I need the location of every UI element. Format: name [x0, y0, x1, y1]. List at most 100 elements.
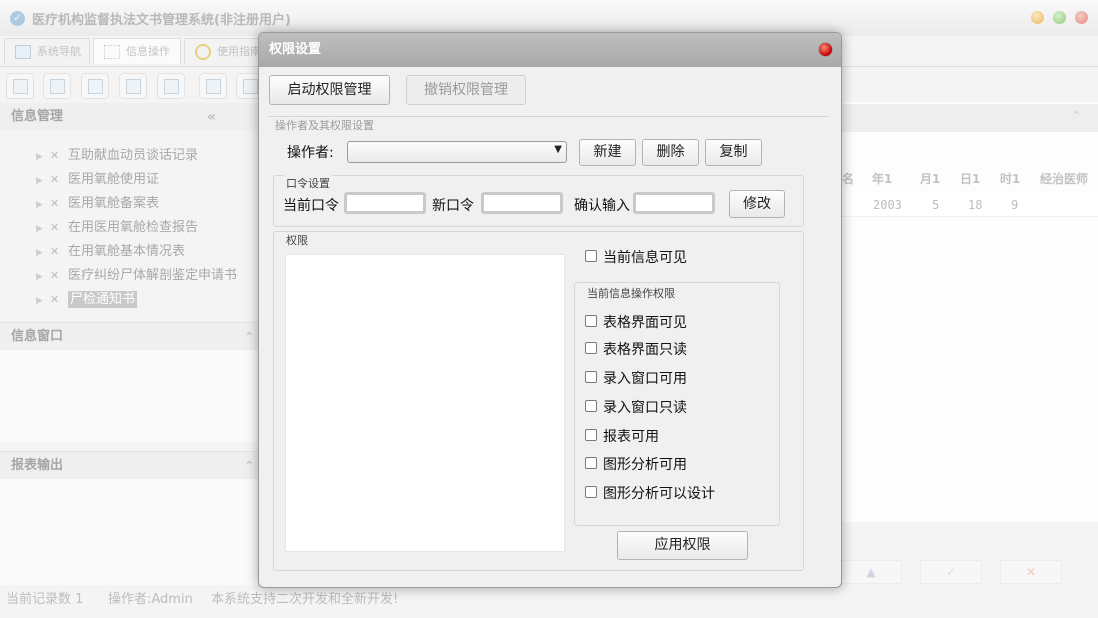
tab-usage-guide[interactable]: 使用指南 — [184, 38, 264, 64]
checkbox-table-visible[interactable] — [585, 315, 597, 327]
grid-column-header[interactable]: 月1 — [920, 170, 940, 187]
checkbox-label: 报表可用 — [603, 429, 659, 445]
checkbox-graph-design[interactable] — [585, 486, 597, 498]
tree-item-label: 医疗纠纷尸体解剖鉴定申请书 — [68, 268, 238, 283]
current-password-input[interactable] — [344, 192, 426, 214]
pane-title: 报表输出 — [11, 458, 64, 473]
tool-icon: ✕ — [50, 245, 60, 258]
tree-item[interactable]: ▶ ✕ 医用氧舱备案表 — [36, 193, 159, 215]
info-window-header: 信息窗口 ⌃ — [0, 322, 258, 350]
tree-item-selected[interactable]: ▶ ✕ 尸检通知书 — [36, 289, 138, 311]
new-button[interactable]: 新建 — [579, 139, 636, 166]
tree-item[interactable]: ▶ ✕ 在用氧舱基本情况表 — [36, 241, 185, 263]
dialog-close-button[interactable] — [819, 43, 832, 56]
checkbox-entry-readonly[interactable] — [585, 400, 597, 412]
grid-icon — [104, 45, 120, 59]
maximize-button[interactable] — [1053, 11, 1066, 24]
print-icon — [243, 79, 258, 94]
grid-column-header[interactable]: 时1 — [1000, 170, 1020, 187]
checkbox-label: 图形分析可以设计 — [603, 486, 715, 502]
tree-item-label: 医用氧舱使用证 — [68, 172, 160, 187]
close-window-button[interactable] — [1075, 11, 1088, 24]
tree-item-label: 医用氧舱备案表 — [68, 196, 160, 211]
tab-label: 使用指南 — [217, 45, 261, 58]
new-password-input[interactable] — [481, 192, 563, 214]
grid-cell: 2003 — [873, 198, 902, 212]
status-operator: 操作者:Admin — [108, 592, 193, 607]
operation-group-legend: 当前信息操作权限 — [585, 285, 677, 301]
nav-up-button[interactable]: ▲ — [840, 560, 902, 584]
tree-item-label: 在用医用氧舱检查报告 — [68, 220, 199, 235]
tree-item-partial: — — — — — — [70, 119, 152, 129]
copy-button[interactable]: 复制 — [705, 139, 762, 166]
collapse-up-icon[interactable]: ⌃ — [245, 323, 254, 351]
report-output-body — [0, 479, 258, 585]
grid-column-header[interactable]: 经治医师 — [1040, 170, 1088, 187]
minimize-button[interactable] — [1031, 11, 1044, 24]
tree-item-label: 互助献血动员谈话记录 — [68, 148, 199, 163]
checkbox-label: 录入窗口只读 — [603, 400, 687, 416]
permission-group-legend: 权限 — [284, 232, 310, 248]
grid-column-header[interactable]: 日1 — [960, 170, 980, 187]
modify-button[interactable]: 修改 — [729, 190, 785, 218]
tool-icon: ✕ — [50, 149, 60, 162]
tab-info-operation[interactable]: 信息操作 — [93, 38, 181, 64]
confirm-password-input[interactable] — [633, 192, 715, 214]
tab-system-navigation[interactable]: 系统导航 — [4, 38, 90, 64]
checkbox-label: 表格界面只读 — [603, 342, 687, 358]
dialog-title: 权限设置 — [259, 33, 841, 67]
tree-item-label: 在用氧舱基本情况表 — [68, 244, 186, 259]
collapse-up-icon[interactable]: ⌃ — [1072, 109, 1081, 122]
toolbar-document-button[interactable] — [81, 73, 109, 99]
toolbar-form-button[interactable] — [43, 73, 71, 99]
pane-title: 信息管理 — [11, 109, 64, 124]
revoke-permission-button[interactable]: 撤销权限管理 — [406, 75, 526, 105]
confirm-button[interactable]: ✓ — [920, 560, 982, 584]
tab-label: 信息操作 — [126, 45, 170, 58]
operator-select[interactable]: ▼ — [347, 141, 567, 163]
tool-icon: ✕ — [50, 173, 60, 186]
expand-arrow-icon: ▶ — [36, 176, 43, 186]
app-title: 医疗机构监督执法文书管理系统(非注册用户) — [32, 13, 291, 28]
checkbox-report-enabled[interactable] — [585, 429, 597, 441]
tree-item[interactable]: ▶ ✕ 医用氧舱使用证 — [36, 169, 159, 191]
current-visible-checkbox[interactable] — [585, 250, 597, 262]
expand-arrow-icon: ▶ — [36, 248, 43, 258]
tree-item[interactable]: ▶ ✕ 互助献血动员谈话记录 — [36, 145, 198, 167]
checkbox-entry-enabled[interactable] — [585, 371, 597, 383]
password-group-legend: 口令设置 — [284, 175, 332, 191]
grid-cell: 18 — [968, 198, 983, 212]
collapse-up-icon[interactable]: ⌃ — [245, 452, 254, 480]
form-icon — [50, 79, 65, 94]
cross-icon: ✕ — [1025, 565, 1037, 579]
checkbox-table-readonly[interactable] — [585, 342, 597, 354]
collapse-left-icon[interactable]: « — [207, 103, 216, 131]
delete-button[interactable]: 删除 — [642, 139, 699, 166]
grid-column-header[interactable]: 名 — [842, 170, 854, 187]
grid-column-header[interactable]: 年1 — [872, 170, 892, 187]
tab-label: 系统导航 — [37, 45, 81, 58]
document-icon — [88, 79, 103, 94]
tree-item[interactable]: ▶ ✕ 在用医用氧舱检查报告 — [36, 217, 198, 239]
tree-item[interactable]: ▶ ✕ 医疗纠纷尸体解剖鉴定申请书 — [36, 265, 237, 287]
info-tree: — — — — — ▶ ✕ 互助献血动员谈话记录 ▶ ✕ 医用氧舱使用证 ▶ ✕ 医用氧舱备… — [0, 122, 258, 321]
users-icon — [126, 79, 141, 94]
toolbar-search-button[interactable] — [6, 73, 34, 99]
toolbar-export-button[interactable] — [199, 73, 227, 99]
enable-permission-button[interactable]: 启动权限管理 — [269, 75, 390, 105]
info-window-body — [0, 350, 258, 442]
checkbox-label: 表格界面可见 — [603, 315, 687, 331]
search-icon — [13, 79, 28, 94]
current-password-label: 当前口令 — [283, 198, 339, 214]
checkbox-graph-enabled[interactable] — [585, 457, 597, 469]
cancel-button[interactable]: ✕ — [1000, 560, 1062, 584]
toolbar-window-button[interactable] — [157, 73, 185, 99]
toolbar-users-button[interactable] — [119, 73, 147, 99]
apply-permission-button[interactable]: 应用权限 — [617, 531, 748, 560]
current-visible-label: 当前信息可见 — [603, 250, 687, 266]
check-icon: ✓ — [945, 565, 957, 579]
grid-cell: 9 — [1011, 198, 1019, 212]
window-icon — [164, 79, 179, 94]
info-permission-list[interactable] — [285, 254, 565, 552]
expand-arrow-icon: ▶ — [36, 272, 43, 282]
